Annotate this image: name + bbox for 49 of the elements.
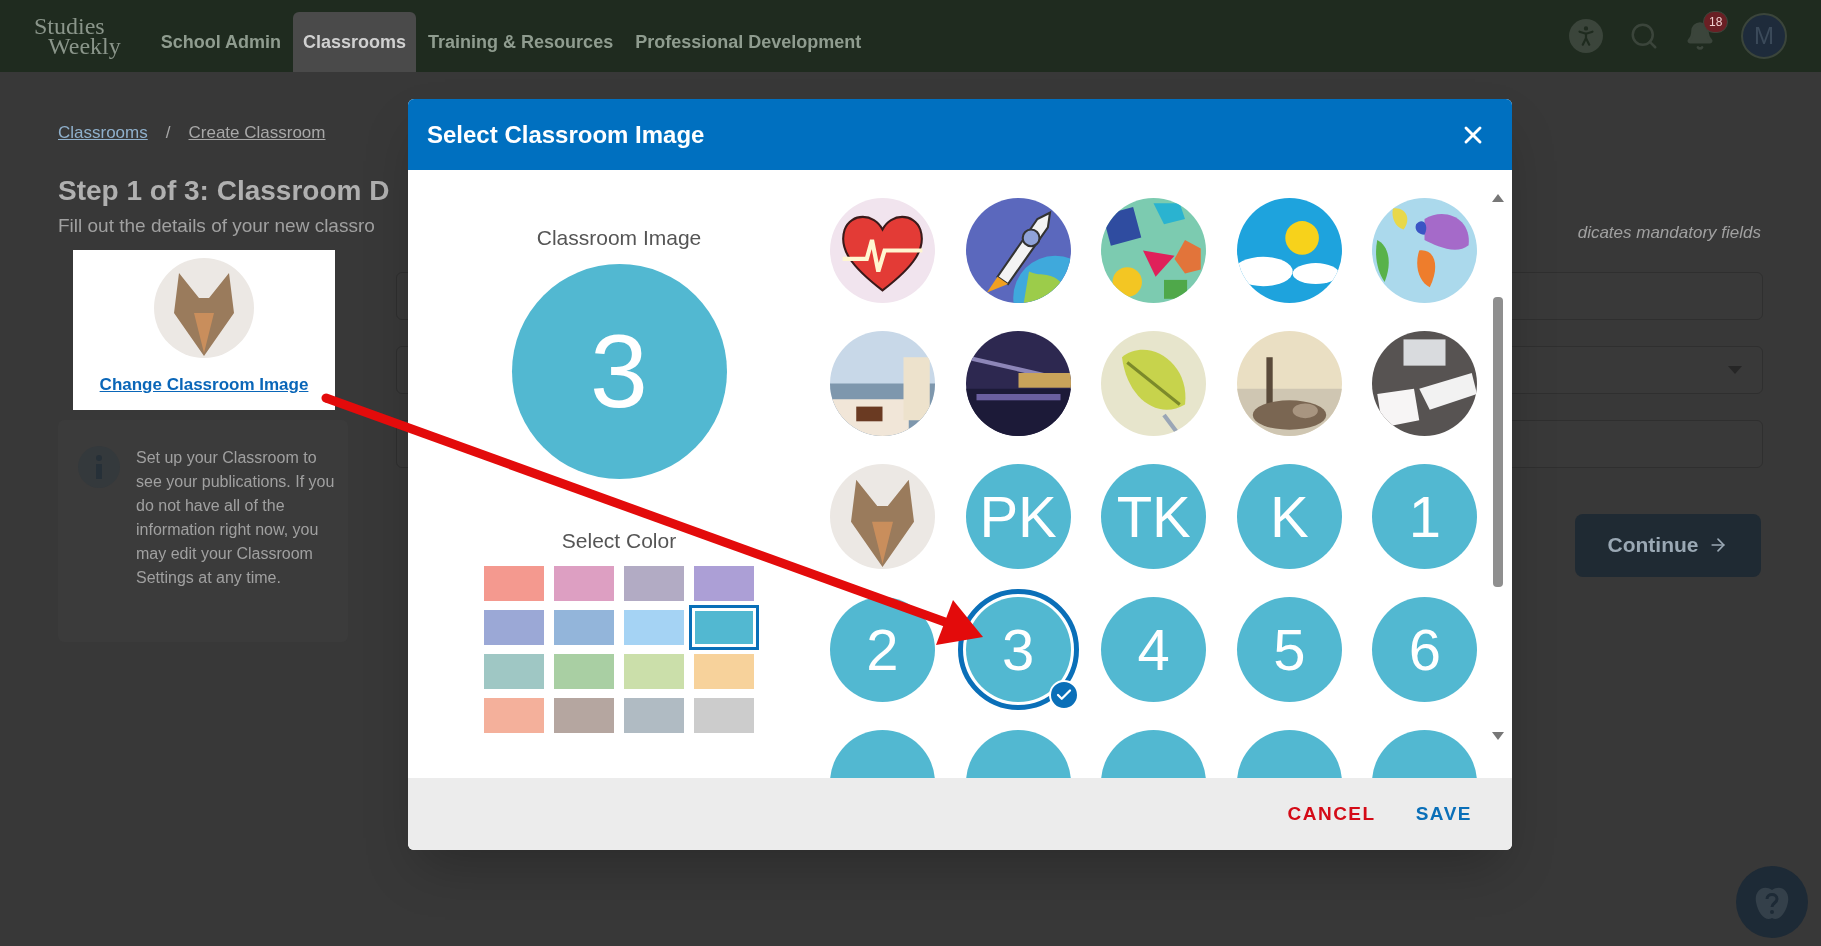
info-text: Set up your Classroom to see your publications. If you do not have all of the information right now, you may edit your Classroom Settings at any time. xyxy=(136,448,336,588)
continue-button[interactable]: Continue xyxy=(1575,513,1761,577)
image-option[interactable]: 2 xyxy=(830,597,935,702)
breadcrumb-link[interactable]: Create Classroom xyxy=(188,120,326,146)
image-option[interactable]: PK xyxy=(965,464,1071,569)
change-image-link[interactable]: Change Classroom Image xyxy=(99,372,309,398)
image-option[interactable]: K xyxy=(1236,464,1342,569)
color-swatch[interactable] xyxy=(554,610,614,645)
color-swatch[interactable] xyxy=(694,654,754,689)
image-option[interactable]: 1 xyxy=(1372,464,1478,569)
scrollbar-thumb[interactable] xyxy=(1493,297,1503,587)
breadcrumb-link[interactable]: Classrooms xyxy=(58,120,148,146)
color-swatch[interactable] xyxy=(484,654,544,689)
color-swatch[interactable] xyxy=(484,698,544,733)
color-swatch[interactable] xyxy=(554,698,614,733)
color-swatch[interactable] xyxy=(624,566,684,601)
preview-label: Classroom Image xyxy=(536,225,702,251)
scrollbar[interactable] xyxy=(1490,194,1506,740)
page-subtitle: Fill out the details of your new classro xyxy=(58,213,375,238)
nav-tab[interactable]: Training & Resources xyxy=(418,12,624,72)
accessibility-icon[interactable] xyxy=(1569,19,1603,53)
nav-tab[interactable]: School Admin xyxy=(150,12,292,72)
scroll-up-icon[interactable] xyxy=(1492,194,1504,202)
color-swatch[interactable] xyxy=(624,698,684,733)
color-swatch[interactable] xyxy=(484,566,544,601)
search-icon[interactable] xyxy=(1629,21,1659,51)
page-title: Step 1 of 3: Classroom D xyxy=(58,173,390,208)
mandatory-note: dicates mandatory fields xyxy=(1577,222,1761,244)
nav-tab[interactable]: Classrooms xyxy=(293,12,417,72)
color-swatch[interactable] xyxy=(484,610,544,645)
image-option[interactable]: 6 xyxy=(1372,597,1478,702)
cancel-button[interactable]: CANCEL xyxy=(1287,799,1376,829)
breadcrumb-separator: / xyxy=(165,122,171,144)
color-swatch[interactable] xyxy=(624,610,684,645)
image-option[interactable]: 4 xyxy=(1101,597,1207,702)
color-swatch[interactable] xyxy=(694,566,754,601)
image-option[interactable]: TK xyxy=(1101,464,1207,569)
nav-tab[interactable]: Professional Development xyxy=(625,12,872,72)
scroll-down-icon[interactable] xyxy=(1492,732,1504,740)
color-swatch[interactable] xyxy=(694,698,754,733)
color-label: Select Color xyxy=(561,527,677,554)
dialog-title: Select Classroom Image xyxy=(427,119,705,150)
color-swatch[interactable] xyxy=(554,566,614,601)
image-option[interactable]: 5 xyxy=(1236,597,1342,702)
notification-badge: 18 xyxy=(1703,11,1729,33)
preview-avatar: 3 xyxy=(511,263,727,479)
save-button[interactable]: SAVE xyxy=(1415,799,1472,829)
color-swatch[interactable] xyxy=(554,654,614,689)
color-swatch[interactable] xyxy=(624,654,684,689)
